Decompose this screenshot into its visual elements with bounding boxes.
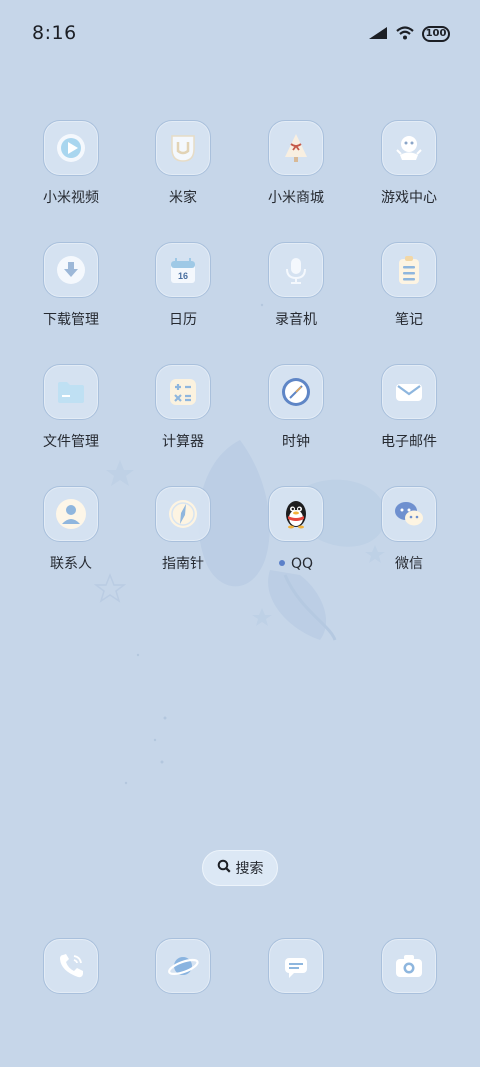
app-xiaomi-mall[interactable]: 小米商城 bbox=[241, 120, 351, 207]
mail-icon bbox=[381, 364, 437, 420]
app-label: 联系人 bbox=[50, 556, 92, 572]
new-install-dot bbox=[278, 560, 285, 566]
app-label: 小米视频 bbox=[43, 190, 99, 206]
message-icon bbox=[268, 938, 324, 994]
calendar-day: 16 bbox=[178, 271, 188, 281]
compass-icon bbox=[155, 486, 211, 542]
app-email[interactable]: 电子邮件 bbox=[354, 364, 464, 451]
phone-icon bbox=[43, 938, 99, 994]
qq-penguin-icon bbox=[268, 486, 324, 542]
microphone-icon bbox=[268, 242, 324, 298]
battery-indicator: 100 bbox=[422, 26, 450, 42]
dock-phone[interactable] bbox=[16, 938, 126, 994]
app-xiaomi-video[interactable]: 小米视频 bbox=[16, 120, 126, 207]
status-time: 8:16 bbox=[32, 22, 77, 44]
status-icons: 100 bbox=[368, 24, 450, 44]
game-controller-icon bbox=[381, 120, 437, 176]
app-compass[interactable]: 指南针 bbox=[128, 486, 238, 573]
browser-planet-icon bbox=[155, 938, 211, 994]
contact-icon bbox=[43, 486, 99, 542]
app-contacts[interactable]: 联系人 bbox=[16, 486, 126, 573]
search-icon bbox=[217, 859, 231, 877]
mijia-icon bbox=[155, 120, 211, 176]
search-label: 搜索 bbox=[235, 861, 264, 877]
app-file-manager[interactable]: 文件管理 bbox=[16, 364, 126, 451]
app-label: 下载管理 bbox=[43, 312, 99, 328]
app-label: 电子邮件 bbox=[381, 434, 437, 450]
status-bar: 8:16 100 bbox=[0, 0, 480, 66]
calculator-icon bbox=[155, 364, 211, 420]
notepad-icon bbox=[381, 242, 437, 298]
app-label: 录音机 bbox=[275, 312, 317, 328]
app-wechat[interactable]: 微信 bbox=[354, 486, 464, 573]
tree-gift-icon bbox=[268, 120, 324, 176]
play-icon bbox=[43, 120, 99, 176]
clock-icon bbox=[268, 364, 324, 420]
app-notes[interactable]: 笔记 bbox=[354, 242, 464, 329]
signal-icon bbox=[368, 25, 388, 44]
app-label-text: QQ bbox=[290, 556, 314, 572]
search-button[interactable]: 搜索 bbox=[202, 850, 278, 886]
app-label: QQ bbox=[278, 555, 314, 573]
wifi-icon bbox=[396, 25, 414, 44]
app-label: 指南针 bbox=[162, 556, 204, 572]
download-icon bbox=[43, 242, 99, 298]
app-label: 小米商城 bbox=[268, 190, 324, 206]
app-label: 游戏中心 bbox=[381, 190, 437, 206]
app-label: 计算器 bbox=[162, 434, 204, 450]
app-label: 日历 bbox=[169, 312, 197, 328]
app-label: 时钟 bbox=[282, 434, 310, 450]
dock-camera[interactable] bbox=[354, 938, 464, 994]
app-label: 微信 bbox=[395, 556, 423, 572]
calendar-icon: 16 bbox=[155, 242, 211, 298]
app-label: 笔记 bbox=[395, 312, 423, 328]
app-qq[interactable]: QQ bbox=[241, 486, 351, 573]
app-calendar[interactable]: 16 日历 bbox=[128, 242, 238, 329]
dock-messages[interactable] bbox=[241, 938, 351, 994]
camera-icon bbox=[381, 938, 437, 994]
app-clock[interactable]: 时钟 bbox=[241, 364, 351, 451]
app-download-manager[interactable]: 下载管理 bbox=[16, 242, 126, 329]
app-recorder[interactable]: 录音机 bbox=[241, 242, 351, 329]
app-label: 米家 bbox=[169, 190, 197, 206]
app-calculator[interactable]: 计算器 bbox=[128, 364, 238, 451]
dock-browser[interactable] bbox=[128, 938, 238, 994]
app-mijia[interactable]: 米家 bbox=[128, 120, 238, 207]
folder-icon bbox=[43, 364, 99, 420]
app-game-center[interactable]: 游戏中心 bbox=[354, 120, 464, 207]
app-label: 文件管理 bbox=[43, 434, 99, 450]
wechat-icon bbox=[381, 486, 437, 542]
